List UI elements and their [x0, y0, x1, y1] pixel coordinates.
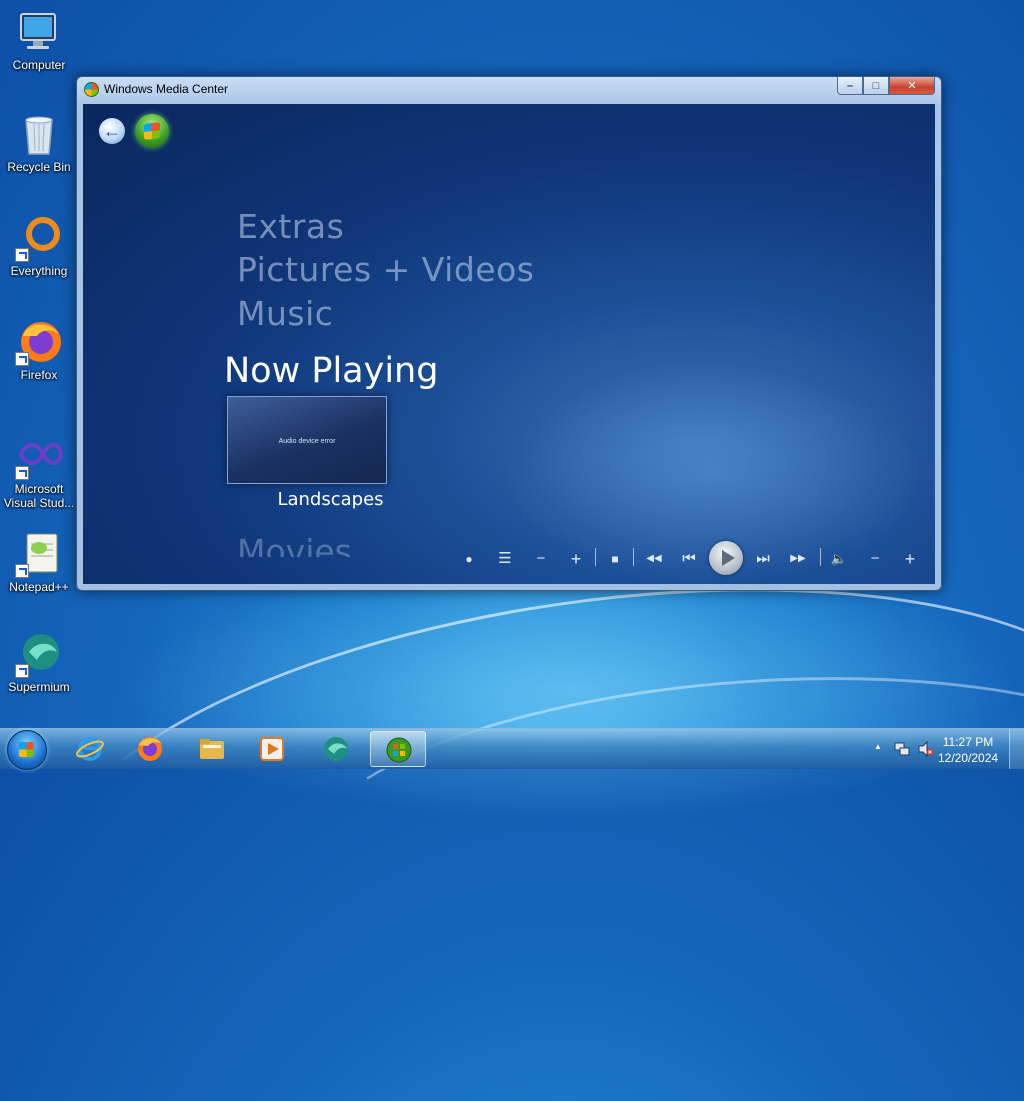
desktop-icon-label: Microsoft Visual Stud... — [3, 482, 75, 510]
windows-start-icon[interactable] — [135, 114, 169, 148]
desktop-icon-label: Notepad++ — [9, 580, 69, 594]
menu-item-now-playing[interactable]: Now Playing — [224, 351, 438, 391]
desktop-icon-firefox[interactable]: Firefox — [0, 318, 78, 382]
shortcut-arrow-icon — [15, 466, 29, 480]
menu-item-pictures-videos[interactable]: Pictures + Videos — [237, 250, 534, 289]
mute-button[interactable]: 🔈 — [827, 548, 851, 570]
fast-forward-button[interactable]: ▶▶ — [785, 548, 811, 570]
desktop-icon-label: Firefox — [20, 368, 58, 382]
firefox-icon — [138, 737, 162, 761]
taskbar-item-media-player[interactable] — [244, 731, 300, 767]
desktop-icon-label: Computer — [12, 58, 66, 72]
system-tray: ▲ 11:27 PM 12/20/2024 — [864, 729, 1024, 769]
tile-error-text: Audio device error — [278, 438, 336, 445]
supermium-icon — [15, 630, 63, 678]
network-icon[interactable] — [894, 741, 910, 757]
channel-up-button[interactable]: + — [566, 548, 586, 570]
clock-time: 11:27 PM — [942, 735, 994, 749]
window-controls: – □ ✕ — [837, 77, 935, 96]
shortcut-arrow-icon — [15, 564, 29, 578]
volume-muted-icon[interactable] — [918, 741, 934, 757]
taskbar: ▲ 11:27 PM 12/20/2024 — [0, 728, 1024, 770]
menu-item-movies[interactable]: Movies — [237, 532, 352, 557]
tile-caption: Landscapes — [277, 489, 384, 510]
desktop-icon-supermium[interactable]: Supermium — [0, 630, 78, 694]
firefox-icon — [15, 318, 63, 366]
previous-button[interactable]: ⏮ — [677, 548, 701, 570]
desktop-icon-label: Supermium — [8, 680, 70, 694]
next-button[interactable]: ⏭ — [751, 548, 775, 570]
shortcut-arrow-icon — [15, 248, 29, 262]
taskbar-item-firefox[interactable] — [122, 731, 178, 767]
folder-icon — [200, 739, 224, 759]
shortcut-arrow-icon — [15, 664, 29, 678]
windows-flag-icon — [19, 742, 34, 757]
shortcut-arrow-icon — [15, 352, 29, 366]
taskbar-item-windows-media-center[interactable] — [370, 731, 426, 767]
windows-media-center-icon — [386, 737, 412, 763]
now-playing-tile[interactable]: Audio device error — [227, 396, 387, 484]
show-hidden-icons-button[interactable]: ▲ — [874, 742, 882, 751]
channel-down-button[interactable]: − — [531, 548, 551, 570]
desktop-icon-label: Recycle Bin — [7, 160, 71, 174]
desktop-icon-everything[interactable]: Everything — [0, 214, 78, 278]
computer-icon — [15, 8, 63, 56]
window-titlebar[interactable]: Windows Media Center – □ ✕ — [77, 77, 941, 103]
guide-button[interactable]: ☰ — [495, 548, 515, 570]
play-button[interactable] — [709, 541, 743, 575]
internet-explorer-icon — [76, 737, 104, 761]
clock[interactable]: 11:27 PM 12/20/2024 — [938, 734, 998, 766]
menu-item-music[interactable]: Music — [237, 294, 333, 333]
media-center-content: ← Extras Pictures + Videos Music Now Pla… — [83, 104, 935, 584]
control-separator — [633, 548, 634, 566]
media-center-logo-icon — [84, 82, 99, 97]
taskbar-item-supermium[interactable] — [308, 731, 364, 767]
notepad-plus-plus-icon — [15, 530, 63, 578]
taskbar-item-internet-explorer[interactable] — [62, 731, 118, 767]
volume-down-button[interactable]: − — [865, 548, 885, 570]
windows-flag-icon — [144, 122, 160, 140]
desktop-icon-recycle-bin[interactable]: Recycle Bin — [0, 110, 78, 174]
desktop-icon-notepad-plus-plus[interactable]: Notepad++ — [0, 530, 78, 594]
visual-studio-icon — [15, 432, 64, 480]
stop-button[interactable]: ■ — [605, 548, 625, 570]
show-desktop-button[interactable] — [1009, 729, 1024, 769]
media-center-window[interactable]: Windows Media Center – □ ✕ ← Extras Pict… — [76, 76, 942, 591]
clock-date: 12/20/2024 — [938, 751, 999, 765]
menu-item-extras[interactable]: Extras — [237, 207, 344, 246]
taskbar-item-file-explorer[interactable] — [184, 731, 240, 767]
media-player-icon — [260, 737, 284, 761]
everything-icon — [15, 214, 63, 262]
desktop-icon-label: Everything — [10, 264, 68, 278]
maximize-button[interactable]: □ — [863, 77, 889, 95]
desktop-icon-computer[interactable]: Computer — [0, 8, 78, 72]
recycle-bin-icon — [15, 110, 63, 158]
rewind-button[interactable]: ◀◀ — [641, 548, 667, 570]
volume-up-button[interactable]: + — [900, 548, 920, 570]
close-button[interactable]: ✕ — [889, 77, 935, 95]
supermium-icon — [324, 737, 348, 761]
minimize-button[interactable]: – — [837, 77, 863, 95]
desktop-icon-visual-studio[interactable]: Microsoft Visual Stud... — [0, 432, 78, 510]
control-separator — [820, 548, 821, 566]
control-separator — [595, 548, 596, 566]
back-arrow-icon[interactable]: ← — [99, 118, 125, 144]
record-button[interactable]: ● — [459, 548, 479, 570]
start-button[interactable] — [7, 730, 47, 770]
window-title: Windows Media Center — [104, 82, 229, 96]
